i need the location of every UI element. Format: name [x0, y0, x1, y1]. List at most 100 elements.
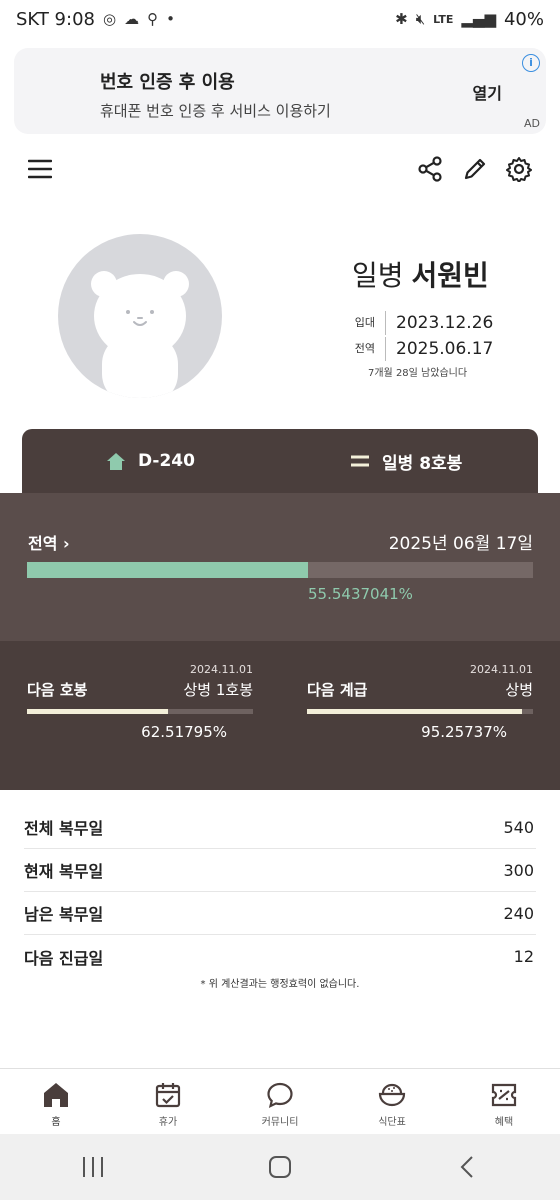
network-type: LTE [433, 12, 454, 26]
remaining-time: 7개월 28일 남았습니다 [368, 368, 468, 379]
service-dates: 입대 2023.12.26 전역 2025.06.17 [350, 310, 493, 362]
avatar[interactable] [58, 234, 222, 398]
nav-label: 식단표 [378, 1117, 406, 1128]
grade-label: 일병 8호봉 [382, 453, 463, 474]
back-button[interactable] [437, 1147, 497, 1187]
soldier-name: 서원빈 [411, 259, 489, 292]
battery-percent: 40% [503, 8, 544, 30]
discharge-progress-label: 전역 [28, 534, 58, 553]
summary-tabs: D-240 일병 8호봉 [22, 429, 538, 493]
nav-leave[interactable]: 휴가 [112, 1069, 224, 1134]
stat-value: 240 [503, 903, 534, 923]
chevron-right-icon: › [63, 534, 70, 553]
next-rank-target: 상병 [505, 681, 533, 699]
next-step-label: 다음 호봉 [27, 681, 88, 699]
hamburger-icon [28, 159, 52, 179]
next-step-fill [27, 709, 169, 714]
next-rank-percent: 95.25737% [421, 723, 507, 741]
ticket-icon [491, 1083, 517, 1107]
next-step-card: 2024.11.01 다음 호봉 상병 1호봉 62.51795% [27, 641, 253, 790]
settings-button[interactable] [499, 146, 539, 192]
rice-bowl-icon [378, 1083, 406, 1107]
discharge-progress-date: 2025년 06월 17일 [388, 534, 533, 554]
rank-name: 일병 서원빈 [352, 254, 489, 294]
ad-open-button[interactable]: 열기 [473, 80, 502, 104]
ad-info-icon[interactable]: i [522, 54, 540, 72]
calendar-check-icon [155, 1083, 181, 1108]
grade-tab[interactable]: 일병 8호봉 [350, 429, 462, 493]
stat-row-next-promotion: 다음 진급일 12 [24, 935, 536, 978]
ad-label: AD [524, 117, 540, 130]
disclaimer-note: * 위 계산결과는 행정효력이 없습니다. [200, 979, 360, 990]
home-system-button[interactable] [250, 1147, 310, 1187]
chat-bubble-icon [267, 1082, 293, 1108]
bottom-nav: 홈 휴가 커뮤니티 식단표 혜택 [0, 1068, 560, 1134]
ad-title: 번호 인증 후 이용 [100, 72, 235, 93]
discharge-label: 전역 [350, 337, 386, 361]
nav-label: 커뮤니티 [261, 1117, 299, 1128]
nav-home[interactable]: 홈 [0, 1069, 112, 1134]
share-button[interactable] [410, 146, 450, 192]
nav-label: 휴가 [158, 1117, 178, 1128]
stat-label: 남은 복무일 [24, 905, 104, 924]
dday-label: D-240 [138, 451, 195, 471]
edit-button[interactable] [455, 146, 495, 192]
stat-value: 12 [513, 947, 534, 966]
service-stats: 전체 복무일 540 현재 복무일 300 남은 복무일 240 다음 진급일 … [24, 806, 536, 978]
discharge-row: 전역 2025.06.17 [350, 336, 493, 362]
next-rank-fill [307, 709, 523, 714]
enlist-label: 입대 [350, 311, 386, 335]
stat-label: 다음 진급일 [24, 948, 104, 968]
toolbar [0, 146, 560, 192]
stat-row-current: 현재 복무일 300 [24, 849, 536, 892]
dday-tab[interactable]: D-240 [106, 429, 195, 493]
discharge-date: 2025.06.17 [396, 339, 494, 359]
pencil-icon [464, 158, 486, 180]
discharge-progress-panel: 전역 › 2025년 06월 17일 55.5437041% [0, 493, 560, 641]
next-rank-card: 2024.11.01 다음 계급 상병 95.25737% [307, 641, 533, 790]
next-rank-label: 다음 계급 [307, 681, 368, 699]
share-icon [418, 156, 442, 182]
system-nav-bar [0, 1134, 560, 1200]
carrier-time: SKT 9:08 [16, 8, 95, 30]
rank-label: 일병 [352, 259, 404, 292]
nav-label: 혜택 [494, 1117, 514, 1128]
bear-avatar-icon [91, 271, 189, 398]
next-step-target: 상병 1호봉 [183, 681, 253, 699]
cloud-icon: ☁ [124, 10, 140, 28]
stat-value: 540 [503, 817, 534, 837]
nav-menu[interactable]: 식단표 [336, 1069, 448, 1134]
home-square-icon [268, 1156, 291, 1178]
next-rank-bar [307, 709, 533, 714]
nav-label: 홈 [51, 1117, 61, 1128]
next-step-percent: 62.51795% [141, 723, 227, 741]
bluetooth-icon: ✱ [395, 10, 408, 28]
stat-value: 300 [503, 860, 534, 880]
promotion-progress-panel: 2024.11.01 다음 호봉 상병 1호봉 62.51795% 2024.1… [0, 641, 560, 790]
enlist-row: 입대 2023.12.26 [350, 310, 493, 336]
stat-label: 현재 복무일 [24, 862, 104, 881]
discharge-progress-bar [27, 562, 533, 578]
home-icon [44, 1083, 68, 1107]
enlist-date: 2023.12.26 [396, 313, 494, 333]
status-bar: SKT 9:08 ◎ ☁ ⚲ • ✱ 🔇︎ LTE ▂▄▆ 40% [0, 0, 560, 38]
next-rank-date: 2024.11.01 [470, 663, 533, 676]
stat-row-remaining: 남은 복무일 240 [24, 892, 536, 935]
nav-community[interactable]: 커뮤니티 [224, 1069, 336, 1134]
stat-label: 전체 복무일 [24, 819, 104, 838]
location-icon: ⚲ [147, 10, 159, 28]
next-step-bar [27, 709, 253, 714]
equals-icon [351, 455, 369, 467]
nav-benefits[interactable]: 혜택 [448, 1069, 560, 1134]
discharge-link[interactable]: 전역 › [28, 530, 70, 554]
discharge-progress-fill [27, 562, 309, 578]
dot-icon: • [166, 10, 175, 28]
ad-banner[interactable]: 번호 인증 후 이용 휴대폰 번호 인증 후 서비스 이용하기 열기 i AD [14, 48, 546, 134]
gear-icon [506, 157, 532, 182]
recent-apps-button[interactable] [63, 1147, 123, 1187]
ad-subtitle: 휴대폰 번호 인증 후 서비스 이용하기 [100, 102, 331, 120]
menu-button[interactable] [20, 146, 60, 192]
recent-apps-icon [83, 1157, 104, 1177]
back-chevron-icon [460, 1156, 473, 1178]
stat-row-total: 전체 복무일 540 [24, 806, 536, 849]
